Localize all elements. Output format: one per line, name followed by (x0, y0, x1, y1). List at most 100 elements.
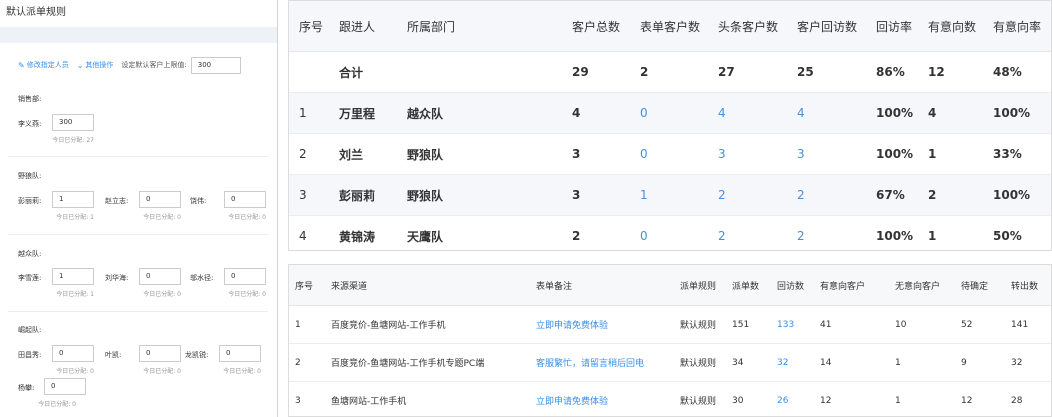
table-link[interactable]: 0 (630, 133, 708, 175)
table-cell: 100% (866, 215, 918, 250)
default-limit-input[interactable]: 300 (190, 56, 241, 74)
member-quota: 田昌秀: 0 今日已分配: 0 (18, 345, 104, 375)
member-quota-input[interactable]: 0 (52, 345, 94, 362)
member-allocated-today: 今日已分配: 0 (143, 291, 181, 298)
table-cell: 彭丽莉 (329, 174, 397, 216)
column-header[interactable]: 表单备注 (530, 265, 674, 306)
table-link[interactable]: 4 (708, 92, 787, 134)
table-cell: 29 (562, 51, 630, 93)
member-quota: 杨攀: 0 今日已分配: 0 (18, 378, 104, 408)
column-header[interactable]: 表单客户数 (630, 1, 708, 52)
table-link[interactable]: 客服繁忙，请留言稍后回电 (530, 343, 674, 382)
column-header[interactable]: 有意向数 (918, 1, 983, 52)
group-label-sales: 销售部: (18, 95, 42, 103)
table-cell: 3 (562, 133, 630, 175)
table-cell: 12 (918, 51, 983, 93)
column-header[interactable]: 客户回访数 (787, 1, 866, 52)
column-header[interactable]: 待确定 (955, 265, 1005, 306)
member-quota-input[interactable]: 0 (224, 268, 266, 285)
table-cell: 27 (708, 51, 787, 93)
member-quota-input[interactable]: 0 (139, 191, 181, 208)
edit-icon: ✎ (18, 60, 25, 70)
table-cell: 100% (983, 92, 1051, 134)
table-cell: 1 (889, 381, 955, 416)
member-name: 彭丽莉: (18, 197, 42, 205)
table-cell: 52 (955, 305, 1005, 344)
table-link[interactable]: 立即申请免费体验 (530, 305, 674, 344)
total-label: 合计 (329, 51, 397, 93)
table-cell: 4 (562, 92, 630, 134)
edit-assignees-label: 修改指定人员 (26, 61, 69, 69)
table-link[interactable]: 26 (771, 381, 814, 416)
column-header[interactable]: 来源渠道 (325, 265, 530, 306)
table-cell: 黄锦涛 (329, 215, 397, 250)
column-header[interactable]: 序号 (289, 265, 325, 306)
table-link[interactable]: 3 (787, 133, 866, 175)
table-link[interactable]: 0 (630, 92, 708, 134)
member-quota-input[interactable]: 0 (219, 345, 261, 362)
more-actions-label: 其他操作 (85, 61, 114, 69)
column-header[interactable]: 所属部门 (397, 1, 562, 52)
member-allocated-today: 今日已分配: 0 (228, 291, 266, 298)
table-cell: 2 (630, 51, 708, 93)
column-header[interactable]: 客户总数 (562, 1, 630, 52)
group-label-yuezhong-team: 越众队: (18, 250, 42, 258)
member-quota-input[interactable]: 0 (139, 268, 181, 285)
group-separator (8, 234, 268, 235)
column-header[interactable]: 派单规则 (674, 265, 726, 306)
table-link[interactable]: 4 (787, 92, 866, 134)
table-cell: 12 (955, 381, 1005, 416)
table-link[interactable]: 1 (630, 174, 708, 216)
table-link[interactable]: 立即申请免费体验 (530, 381, 674, 416)
member-quota: 李雪莲: 1 今日已分配: 1 (18, 268, 104, 298)
member-quota: 叶凯: 0 今日已分配: 0 (105, 345, 191, 375)
table-link[interactable]: 2 (708, 174, 787, 216)
more-actions-button[interactable]: ⌄ 其他操作 (77, 60, 114, 70)
table-cell: 3 (562, 174, 630, 216)
member-allocated-today: 今日已分配: 0 (143, 368, 181, 375)
member-quota-input[interactable]: 0 (44, 378, 86, 395)
table-cell: 百度竞价-鱼塘网站-工作手机 (325, 305, 530, 344)
column-header[interactable]: 派单数 (726, 265, 771, 306)
member-quota: 龙凯锐: 0 今日已分配: 0 (185, 345, 271, 375)
column-header[interactable]: 有意向率 (983, 1, 1051, 52)
column-header[interactable]: 转出数 (1005, 265, 1051, 306)
table-link[interactable]: 32 (771, 343, 814, 382)
member-quota-input[interactable]: 1 (52, 191, 94, 208)
table-cell: 67% (866, 174, 918, 216)
member-quota-input[interactable]: 1 (52, 268, 94, 285)
column-header[interactable]: 回访率 (866, 1, 918, 52)
group-label-rise-team: 崛起队: (18, 326, 42, 334)
member-quota-input[interactable]: 300 (52, 114, 94, 131)
edit-assignees-button[interactable]: ✎ 修改指定人员 (18, 60, 69, 70)
table-link[interactable]: 3 (708, 133, 787, 175)
member-quota-input[interactable]: 0 (224, 191, 266, 208)
chevron-down-icon: ⌄ (76, 60, 84, 70)
table-link[interactable]: 2 (708, 215, 787, 250)
table-cell: 100% (866, 92, 918, 134)
table-cell: 1 (889, 343, 955, 382)
table-link[interactable]: 0 (630, 215, 708, 250)
source-channel-table: 序号 来源渠道 表单备注 派单规则 派单数 回访数 有意向客户 无意向客户 待确… (289, 265, 1051, 416)
table-row: 4 黄锦涛 天鹰队 2 0 2 2 100% 1 50% (289, 215, 1051, 250)
column-header[interactable]: 跟进人 (329, 1, 397, 52)
member-name: 赵立志: (105, 197, 129, 205)
table-cell: 百度竞价-鱼塘网站-工作手机专题PC端 (325, 343, 530, 382)
table-header-row: 序号 来源渠道 表单备注 派单规则 派单数 回访数 有意向客户 无意向客户 待确… (289, 265, 1051, 306)
table-cell: 86% (866, 51, 918, 93)
total-row: 合计 29 2 27 25 86% 12 48% (289, 51, 1051, 93)
column-header[interactable]: 头条客户数 (708, 1, 787, 52)
column-header[interactable]: 无意向客户 (889, 265, 955, 306)
member-allocated-today: 今日已分配: 0 (38, 401, 76, 408)
table-link[interactable]: 2 (787, 215, 866, 250)
column-header[interactable]: 序号 (289, 1, 329, 52)
column-header[interactable]: 回访数 (771, 265, 814, 306)
table-link[interactable]: 2 (787, 174, 866, 216)
table-cell: 25 (787, 51, 866, 93)
table-link[interactable]: 133 (771, 305, 814, 344)
column-header[interactable]: 有意向客户 (814, 265, 889, 306)
member-name: 李义燕: (18, 120, 42, 128)
member-quota-input[interactable]: 0 (139, 345, 181, 362)
member-quota: 彭丽莉: 1 今日已分配: 1 (18, 191, 104, 221)
table-cell (289, 51, 329, 93)
